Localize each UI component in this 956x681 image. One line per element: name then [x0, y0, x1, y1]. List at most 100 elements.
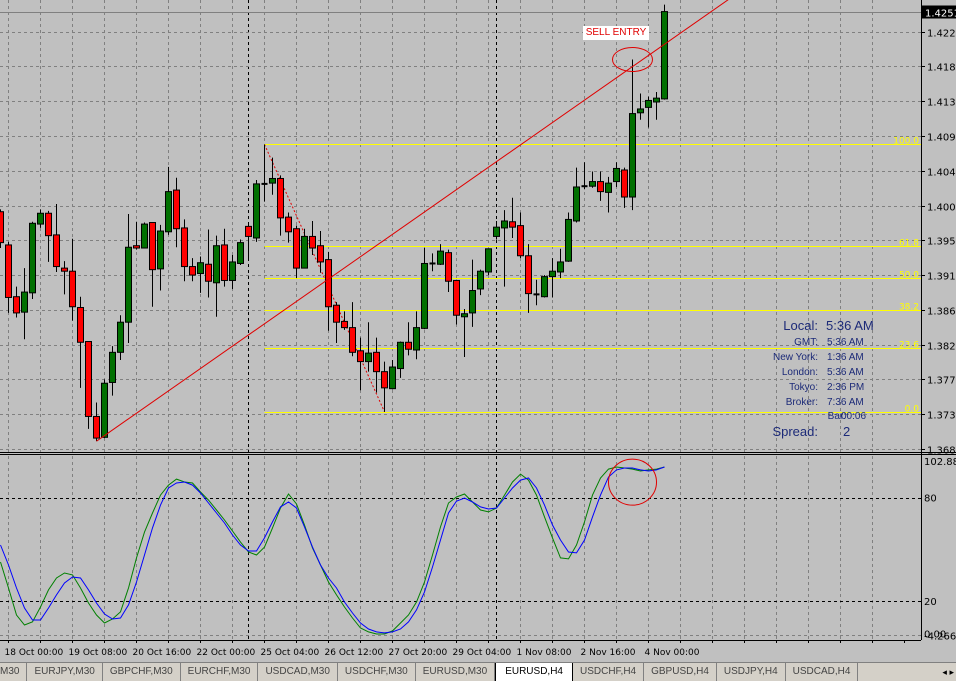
candle — [149, 222, 156, 307]
price-tick-label: 1.3820 — [927, 342, 956, 353]
time-label: 4 Nov 00:00 — [645, 648, 700, 658]
candle — [661, 4, 668, 100]
candle-body — [333, 304, 340, 323]
price-tick-label: 1.3955 — [927, 237, 956, 248]
candle — [485, 248, 492, 276]
candle — [565, 212, 572, 262]
candle — [605, 176, 612, 213]
tab-usdchf-h4[interactable]: USDCHF,H4 — [573, 663, 645, 681]
candle-body — [573, 186, 580, 222]
candle-body — [13, 296, 20, 314]
candle — [437, 244, 444, 266]
candle-body — [589, 181, 596, 187]
candle-body — [629, 113, 636, 198]
candle — [397, 341, 404, 378]
candle-body — [325, 259, 332, 308]
candle-body — [5, 244, 12, 298]
candle-body — [653, 97, 660, 103]
candle — [389, 360, 396, 390]
chart-window[interactable]: 100.0 61.8 50.0 38.2 23.6 0.0 1.4225 1.4180 1.41… — [0, 0, 956, 662]
candle — [165, 166, 172, 235]
price-panel: 100.0 61.8 50.0 38.2 23.6 0.0 — [0, 0, 921, 452]
price-tick-label: 1.3910 — [927, 272, 956, 283]
candle — [341, 311, 348, 330]
candle-body — [509, 221, 516, 228]
candle — [453, 279, 460, 325]
candle-body — [157, 230, 164, 270]
candle — [261, 144, 268, 202]
candle-body — [277, 177, 284, 219]
candle-body — [293, 228, 300, 269]
candle — [613, 162, 620, 187]
candle — [181, 219, 188, 282]
candle-body — [237, 242, 244, 264]
fib-level-label: 50.0 — [899, 271, 919, 281]
tab-eurjpy-m30[interactable]: EURJPY,M30 — [27, 663, 103, 681]
price-tick-label: 1.4045 — [927, 168, 956, 179]
price-tick-label: 1.3775 — [927, 376, 956, 387]
candle-body — [453, 279, 460, 316]
candle — [309, 220, 316, 255]
tab-eurusd-h4[interactable]: EURUSD,H4 — [495, 663, 573, 681]
candle — [29, 221, 36, 300]
tab-eurchf-m30[interactable]: EURCHF,M30 — [181, 663, 259, 681]
indicator-panel — [0, 456, 921, 640]
time-label: 1 Nov 08:00 — [517, 648, 572, 658]
candle-body — [517, 225, 524, 257]
candle — [133, 221, 140, 250]
candle — [77, 296, 84, 388]
tab-usdcad-m30[interactable]: USDCAD,M30 — [258, 663, 338, 681]
price-tick-label: 1.4180 — [927, 63, 956, 74]
tab-usdcad-h4[interactable]: USDCAD,H4 — [786, 663, 859, 681]
candle — [317, 231, 324, 273]
candle — [333, 302, 340, 344]
chart-canvas[interactable]: 100.0 61.8 50.0 38.2 23.6 0.0 1.4225 1.4180 1.41… — [0, 0, 956, 662]
candle-body — [501, 220, 508, 229]
candle — [37, 209, 44, 228]
candle-body — [565, 218, 572, 262]
current-price-label: 1.4251 — [925, 9, 956, 20]
candle — [365, 322, 372, 372]
candle-body — [389, 366, 396, 390]
candle-body — [621, 169, 628, 198]
candle-body — [229, 261, 236, 281]
candle-body — [613, 167, 620, 183]
candle — [229, 254, 236, 289]
candle-body — [29, 222, 36, 294]
candle — [141, 222, 148, 249]
candle — [381, 361, 388, 412]
candle — [45, 210, 52, 262]
candle-body — [69, 270, 76, 308]
candle — [69, 238, 76, 321]
tab-gbpchf-m30[interactable]: GBPCHF,M30 — [103, 663, 181, 681]
candle-body — [205, 263, 212, 282]
price-tick-label: 1.3865 — [927, 307, 956, 318]
candle-body — [53, 234, 60, 268]
tab-next-icon[interactable]: ▸ — [949, 667, 954, 677]
tab-usdjpy-h4[interactable]: USDJPY,H4 — [717, 663, 786, 681]
candle-body — [645, 99, 652, 108]
candle — [197, 256, 204, 293]
tab-0[interactable]: M30 — [0, 663, 28, 681]
price-tick-label: 1.4225 — [927, 29, 956, 40]
time-label: 19 Oct 08:00 — [69, 648, 128, 658]
candle-body — [397, 341, 404, 370]
candle-body — [309, 235, 316, 249]
candle-body — [461, 313, 468, 318]
candle — [301, 228, 308, 269]
tab-usdchf-m30[interactable]: USDCHF,M30 — [338, 663, 416, 681]
candle — [157, 224, 164, 291]
tab-gbpusd-h4[interactable]: GBPUSD,H4 — [644, 663, 717, 681]
candle — [21, 268, 28, 340]
candle-body — [117, 321, 124, 353]
chart-tabs: M30 EURJPY,M30 GBPCHF,M30 EURCHF,M30 USD… — [0, 662, 956, 681]
candle-body — [221, 244, 228, 281]
tab-prev-icon[interactable]: ◂ — [942, 667, 947, 677]
candle-body — [77, 307, 84, 343]
candle-body — [637, 108, 644, 114]
candle-body — [485, 248, 492, 273]
tab-eurusd-m30[interactable]: EURUSD,M30 — [416, 663, 496, 681]
candle — [493, 220, 500, 240]
candle-body — [445, 252, 452, 282]
candle — [509, 197, 516, 238]
